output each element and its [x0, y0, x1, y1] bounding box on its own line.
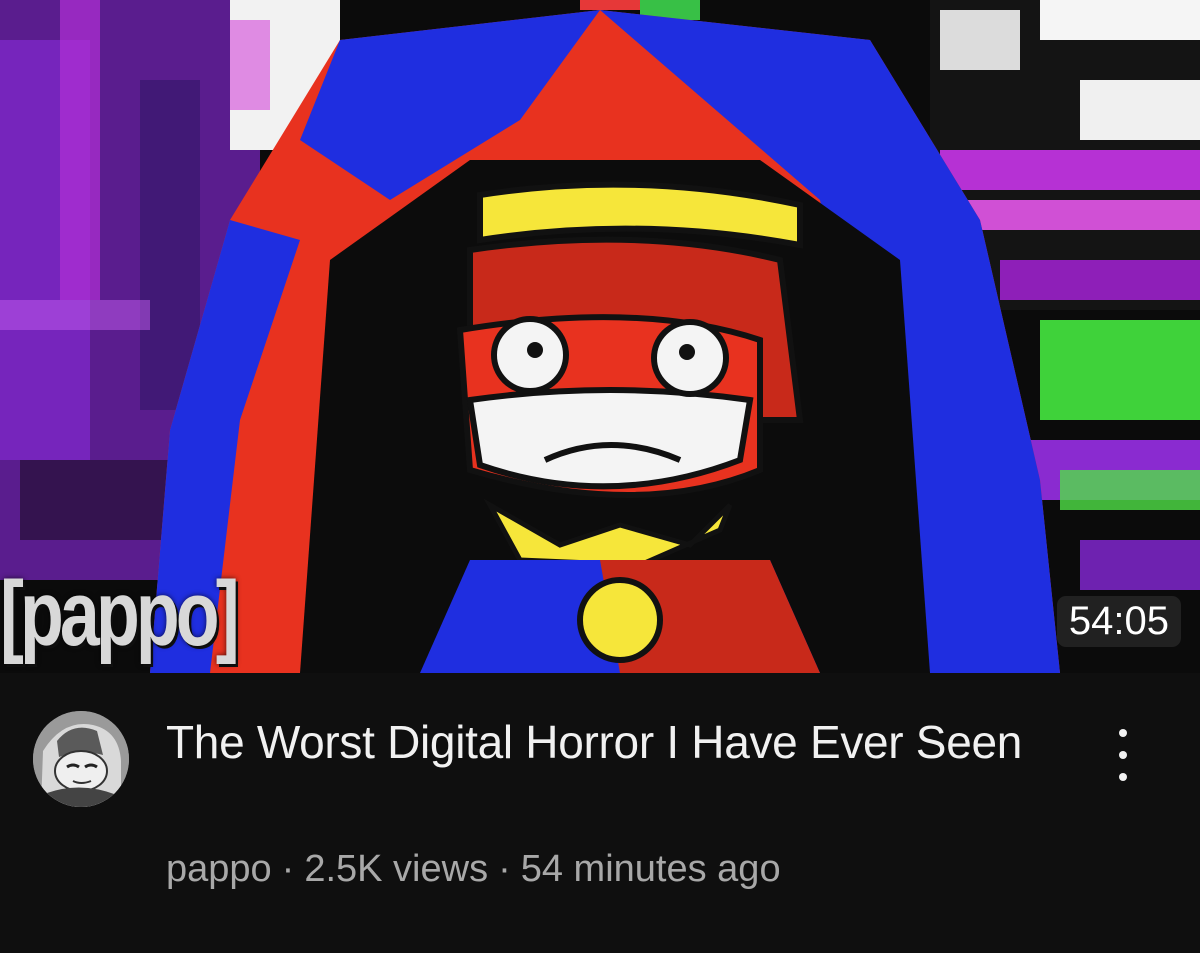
video-thumbnail[interactable]: [pappo] 54:05	[0, 0, 1200, 673]
more-vert-icon	[1119, 729, 1127, 737]
video-card[interactable]: [pappo] 54:05 The Worst Digital Horror I…	[0, 0, 1200, 953]
separator: ·	[498, 848, 511, 890]
channel-name[interactable]: pappo	[166, 848, 272, 890]
separator: ·	[281, 848, 295, 890]
channel-avatar[interactable]	[33, 711, 129, 807]
more-options-button[interactable]	[1103, 725, 1143, 785]
avatar-image	[33, 711, 129, 807]
video-title[interactable]: The Worst Digital Horror I Have Ever See…	[166, 710, 1096, 774]
more-vert-icon-dot	[1119, 751, 1127, 759]
video-metadata: pappo · 2.5K views · 54 minutes ago	[166, 845, 781, 893]
view-count: 2.5K views	[304, 848, 489, 890]
video-details: The Worst Digital Horror I Have Ever See…	[0, 673, 1200, 953]
duration-badge: 54:05	[1056, 596, 1181, 647]
more-vert-icon-dot	[1119, 773, 1127, 781]
published-time: 54 minutes ago	[520, 848, 781, 890]
thumbnail-watermark: [pappo]	[0, 563, 240, 665]
